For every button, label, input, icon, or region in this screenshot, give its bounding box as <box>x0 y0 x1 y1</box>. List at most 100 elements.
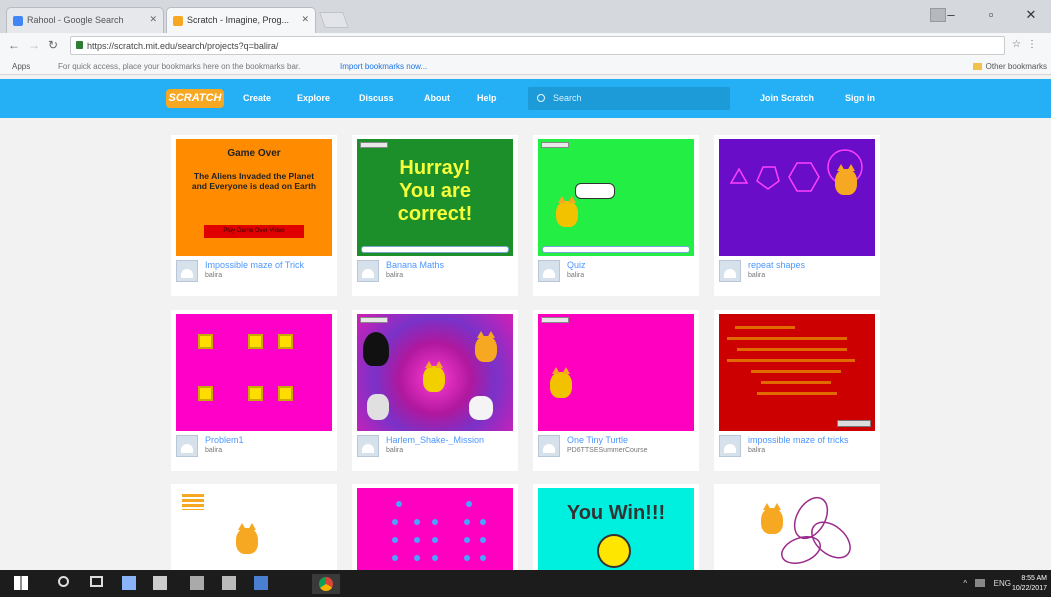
author-avatar[interactable] <box>357 260 379 282</box>
project-title[interactable]: Quiz <box>567 260 695 270</box>
project-thumbnail[interactable] <box>357 488 513 570</box>
project-thumbnail[interactable] <box>719 139 875 256</box>
project-thumbnail[interactable] <box>538 139 694 256</box>
watermark-badge <box>837 420 871 427</box>
close-tab-icon[interactable]: ✕ <box>301 14 309 25</box>
sign-in-link[interactable]: Sign in <box>845 93 875 103</box>
project-title[interactable]: Banana Maths <box>386 260 514 270</box>
bookmark-star-icon[interactable]: ☆⋮ <box>1012 39 1043 50</box>
project-card[interactable] <box>352 484 518 570</box>
import-bookmarks-link[interactable]: Import bookmarks now... <box>340 62 427 71</box>
app-icon[interactable] <box>190 576 204 590</box>
search-input[interactable]: Search <box>528 87 730 110</box>
author-avatar[interactable] <box>538 435 560 457</box>
author-avatar[interactable] <box>357 435 379 457</box>
author-avatar[interactable] <box>176 435 198 457</box>
nav-help[interactable]: Help <box>477 93 497 103</box>
clock-time: 8:55 AM <box>1021 575 1047 582</box>
photos-icon[interactable] <box>254 576 268 590</box>
maximize-icon[interactable]: ▫ <box>971 0 1011 30</box>
project-thumbnail[interactable] <box>538 314 694 431</box>
project-thumbnail[interactable] <box>176 314 332 431</box>
tray-arrow-icon[interactable]: ^ <box>963 579 967 588</box>
reload-icon[interactable]: ↻ <box>48 38 58 52</box>
project-title[interactable]: Impossible maze of Trick <box>205 260 333 270</box>
search-icon[interactable] <box>58 576 69 587</box>
project-card[interactable]: Harlem_Shake-_Mission balira <box>352 310 518 471</box>
project-thumbnail[interactable]: You Win!!! <box>538 488 694 570</box>
project-thumbnail[interactable]: Hurray! You are correct! <box>357 139 513 256</box>
back-icon[interactable]: ← <box>8 38 20 52</box>
project-card[interactable]: Hurray! You are correct! Banana Maths ba… <box>352 135 518 296</box>
project-author[interactable]: balira <box>748 447 765 454</box>
bookmarks-bar: Apps For quick access, place your bookma… <box>0 58 1051 75</box>
taskbar-clock[interactable]: 8:55 AM 10/22/2017 <box>1012 574 1047 594</box>
tab-google-search[interactable]: Rahool - Google Search ✕ <box>6 7 164 33</box>
thumb-big-text: Hurray! You are correct! <box>397 157 473 225</box>
tab-label: Rahool - Google Search <box>27 15 124 25</box>
project-author[interactable]: PD6TTSESummerCourse <box>567 447 648 454</box>
google-favicon-icon <box>13 16 23 26</box>
forward-icon[interactable]: → <box>28 38 40 52</box>
address-bar[interactable]: https://scratch.mit.edu/search/projects?… <box>70 36 1005 55</box>
minimize-icon[interactable]: – <box>931 0 971 30</box>
project-card[interactable]: You Win!!! <box>533 484 699 570</box>
nav-about[interactable]: About <box>424 93 450 103</box>
project-card[interactable] <box>714 484 880 570</box>
task-view-icon[interactable] <box>90 576 103 587</box>
network-icon[interactable] <box>975 579 986 587</box>
project-card[interactable]: Quiz balira <box>533 135 699 296</box>
store-icon[interactable] <box>153 576 167 590</box>
author-avatar[interactable] <box>538 260 560 282</box>
author-avatar[interactable] <box>176 260 198 282</box>
project-author[interactable]: balira <box>386 447 403 454</box>
chrome-taskbar-button[interactable] <box>312 574 340 594</box>
author-avatar[interactable] <box>719 260 741 282</box>
project-card[interactable]: Game Over The Aliens Invaded the Planet … <box>171 135 337 296</box>
project-author[interactable]: balira <box>205 272 222 279</box>
new-tab-button[interactable] <box>319 12 349 28</box>
apps-shortcut[interactable]: Apps <box>12 62 30 71</box>
tab-scratch[interactable]: Scratch - Imagine, Prog... ✕ <box>166 7 316 33</box>
yellow-square <box>278 386 293 401</box>
project-title[interactable]: repeat shapes <box>748 260 876 270</box>
author-avatar[interactable] <box>719 435 741 457</box>
project-title[interactable]: One Tiny Turtle <box>567 435 695 445</box>
language-indicator[interactable]: ENG <box>994 579 1011 588</box>
project-title[interactable]: impossible maze of tricks <box>748 435 876 445</box>
project-author[interactable]: balira <box>748 272 765 279</box>
nav-explore[interactable]: Explore <box>297 93 330 103</box>
project-author[interactable]: balira <box>205 447 222 454</box>
scratch-cat-icon <box>761 503 783 534</box>
project-card[interactable]: impossible maze of tricks balira <box>714 310 880 471</box>
file-explorer-icon[interactable] <box>122 576 136 590</box>
project-meta: Banana Maths balira <box>357 259 513 289</box>
project-author[interactable]: balira <box>567 272 584 279</box>
project-card[interactable]: One Tiny Turtle PD6TTSESummerCourse <box>533 310 699 471</box>
project-card[interactable]: Problem1 balira <box>171 310 337 471</box>
window-controls: – ▫ ✕ <box>931 0 1051 33</box>
project-thumbnail[interactable]: Game Over The Aliens Invaded the Planet … <box>176 139 332 256</box>
close-tab-icon[interactable]: ✕ <box>149 14 157 25</box>
project-thumbnail[interactable] <box>719 314 875 431</box>
project-author[interactable]: balira <box>386 272 403 279</box>
paint-icon[interactable] <box>222 576 236 590</box>
join-scratch-link[interactable]: Join Scratch <box>760 93 814 103</box>
turtle-sprite-icon <box>550 367 572 398</box>
windows-start-icon[interactable] <box>14 576 28 590</box>
scratch-logo[interactable]: SCRATCH <box>166 89 224 108</box>
nav-discuss[interactable]: Discuss <box>359 93 394 103</box>
score-tags <box>182 494 204 510</box>
project-card[interactable] <box>171 484 337 570</box>
project-thumbnail[interactable] <box>357 314 513 431</box>
nav-create[interactable]: Create <box>243 93 271 103</box>
other-bookmarks[interactable]: Other bookmarks <box>972 62 1047 71</box>
project-title[interactable]: Problem1 <box>205 435 333 445</box>
project-thumbnail[interactable] <box>176 488 332 570</box>
tab-label: Scratch - Imagine, Prog... <box>187 15 290 25</box>
project-thumbnail[interactable] <box>719 488 875 570</box>
project-title[interactable]: Harlem_Shake-_Mission <box>386 435 514 445</box>
mickey-sprite-icon <box>363 332 389 366</box>
project-card[interactable]: repeat shapes balira <box>714 135 880 296</box>
close-window-icon[interactable]: ✕ <box>1011 0 1051 30</box>
